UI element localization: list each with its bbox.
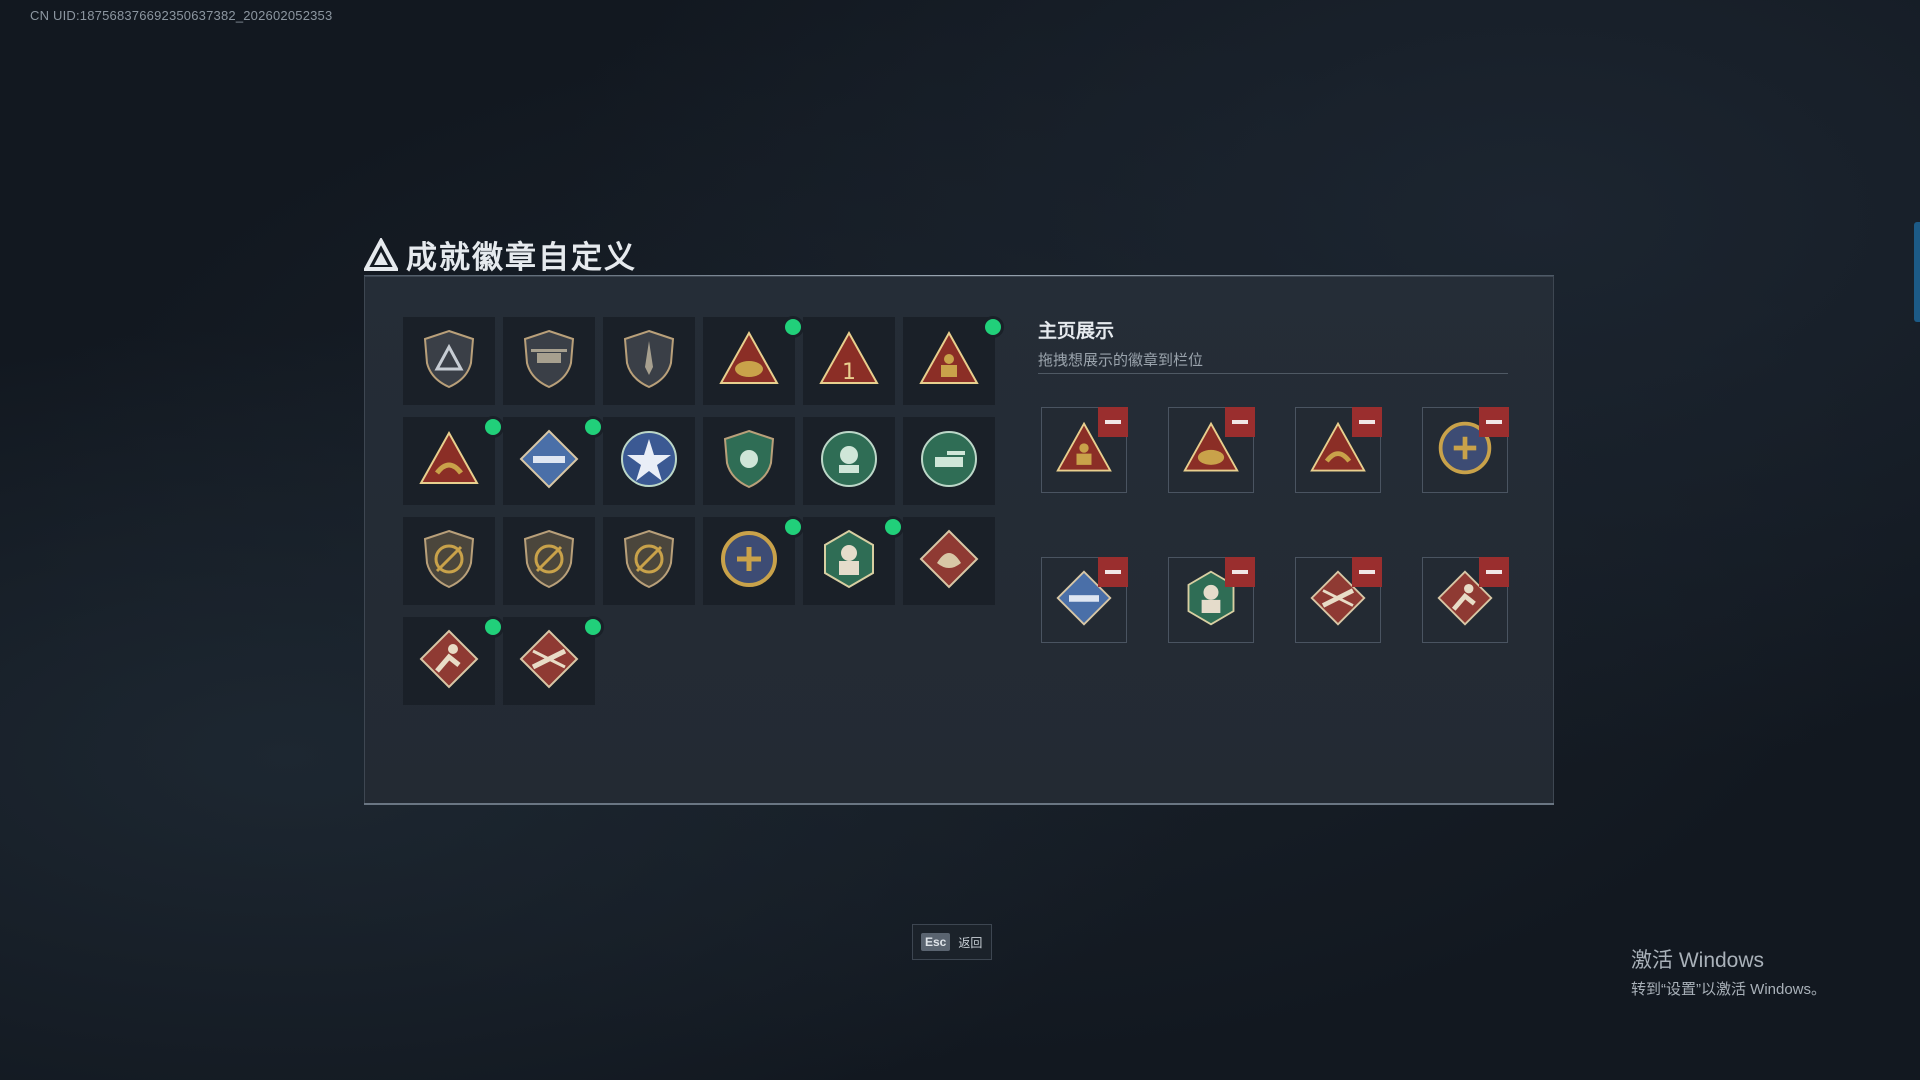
badge-tile[interactable] bbox=[703, 417, 795, 505]
blue-star-badge-icon bbox=[617, 427, 681, 496]
badge-tile[interactable] bbox=[803, 417, 895, 505]
badge-tile[interactable] bbox=[503, 417, 601, 505]
windows-activation-title: 激活 Windows bbox=[1631, 949, 1765, 972]
badge-tile[interactable] bbox=[403, 517, 495, 605]
showcase-slot[interactable] bbox=[1422, 407, 1509, 493]
showcase-divider bbox=[1038, 373, 1508, 374]
minus-icon bbox=[1232, 420, 1248, 424]
green-hexagon-soldier-icon bbox=[817, 527, 881, 596]
gold-triangle-soldier-icon bbox=[917, 327, 981, 396]
red-triangle-number-one-icon: 1 bbox=[817, 327, 881, 396]
back-button[interactable]: Esc 返回 bbox=[912, 924, 992, 960]
red-diamond-crossed-rifles-icon bbox=[517, 627, 581, 696]
new-indicator-dot bbox=[585, 619, 601, 635]
minus-icon bbox=[1359, 420, 1375, 424]
badge-tile[interactable] bbox=[903, 417, 995, 505]
showcase-slot[interactable] bbox=[1041, 407, 1128, 493]
new-indicator-dot bbox=[885, 519, 901, 535]
badge-tile[interactable]: 1 bbox=[803, 317, 895, 405]
showcase-slot[interactable] bbox=[1041, 557, 1128, 643]
badge-tile[interactable] bbox=[403, 317, 495, 405]
spear-shield-icon bbox=[617, 327, 681, 396]
new-indicator-dot bbox=[585, 419, 601, 435]
remove-badge-button[interactable] bbox=[1352, 407, 1382, 437]
remove-badge-button[interactable] bbox=[1479, 557, 1509, 587]
gold-shield-rifle-icon bbox=[517, 527, 581, 596]
minus-icon bbox=[1359, 570, 1375, 574]
showcase-slot[interactable] bbox=[1168, 407, 1255, 493]
badge-tile[interactable] bbox=[403, 417, 501, 505]
showcase-title: 主页展示 bbox=[1038, 321, 1115, 342]
new-indicator-dot bbox=[485, 419, 501, 435]
new-indicator-dot bbox=[985, 319, 1001, 335]
badge-tile[interactable] bbox=[803, 517, 901, 605]
badge-tile[interactable] bbox=[503, 617, 601, 705]
badge-tile[interactable] bbox=[703, 317, 801, 405]
gold-shield-rifle-icon bbox=[417, 527, 481, 596]
svg-text:1: 1 bbox=[842, 360, 856, 385]
badge-tile[interactable] bbox=[903, 317, 1001, 405]
red-diamond-runner-icon bbox=[417, 627, 481, 696]
page-header: 成就徽章自定义 bbox=[364, 232, 637, 277]
new-indicator-dot bbox=[785, 319, 801, 335]
green-tank-wreath-icon bbox=[917, 427, 981, 496]
badge-tile[interactable] bbox=[503, 317, 595, 405]
badge-tile[interactable] bbox=[603, 417, 695, 505]
showcase-slot[interactable] bbox=[1422, 557, 1509, 643]
remove-badge-button[interactable] bbox=[1225, 407, 1255, 437]
blue-diamond-launcher-icon bbox=[517, 427, 581, 496]
edge-scroll-tab[interactable] bbox=[1914, 222, 1920, 322]
remove-badge-button[interactable] bbox=[1352, 557, 1382, 587]
back-label: 返回 bbox=[958, 935, 983, 950]
showcase-slot[interactable] bbox=[1295, 557, 1382, 643]
badge-tile[interactable] bbox=[903, 517, 995, 605]
page-title: 成就徽章自定义 bbox=[406, 240, 637, 275]
minus-icon bbox=[1105, 420, 1121, 424]
showcase-slot[interactable] bbox=[1295, 407, 1382, 493]
badge-tile[interactable] bbox=[703, 517, 801, 605]
remove-badge-button[interactable] bbox=[1225, 557, 1255, 587]
minus-icon bbox=[1105, 570, 1121, 574]
panel-bottom-divider bbox=[364, 803, 1554, 805]
remove-badge-button[interactable] bbox=[1098, 407, 1128, 437]
green-soldier-wreath-icon bbox=[817, 427, 881, 496]
remove-badge-button[interactable] bbox=[1479, 407, 1509, 437]
windows-activation-subtitle: 转到“设置”以激活 Windows。 bbox=[1631, 981, 1827, 998]
showcase-slot[interactable] bbox=[1168, 557, 1255, 643]
shield-triangle-icon bbox=[417, 327, 481, 396]
windows-activation-watermark: 激活 Windows 转到“设置”以激活 Windows。 bbox=[1631, 944, 1826, 999]
badge-tile[interactable] bbox=[603, 317, 695, 405]
new-indicator-dot bbox=[785, 519, 801, 535]
green-shield-badge-icon bbox=[717, 427, 781, 496]
remove-badge-button[interactable] bbox=[1098, 557, 1128, 587]
gold-triangle-hands-icon bbox=[417, 427, 481, 496]
minus-icon bbox=[1486, 570, 1502, 574]
gold-shield-rifle-icon bbox=[617, 527, 681, 596]
gold-winged-emblem-icon bbox=[717, 527, 781, 596]
badge-tile[interactable] bbox=[503, 517, 595, 605]
red-diamond-dragon-icon bbox=[917, 527, 981, 596]
showcase-header: 主页展示 拖拽想展示的徽章到栏位 bbox=[1038, 316, 1203, 370]
showcase-subtitle: 拖拽想展示的徽章到栏位 bbox=[1038, 352, 1204, 369]
badge-tile[interactable] bbox=[603, 517, 695, 605]
minus-icon bbox=[1232, 570, 1248, 574]
minus-icon bbox=[1486, 420, 1502, 424]
badge-tile[interactable] bbox=[403, 617, 501, 705]
delta-logo-icon bbox=[364, 237, 398, 271]
helicopter-shield-icon bbox=[517, 327, 581, 396]
gold-triangle-helmet-icon bbox=[717, 327, 781, 396]
esc-key-label: Esc bbox=[921, 933, 951, 951]
uid-label: CN UID:18756837669235063​7382_2026020523… bbox=[30, 8, 333, 23]
new-indicator-dot bbox=[485, 619, 501, 635]
